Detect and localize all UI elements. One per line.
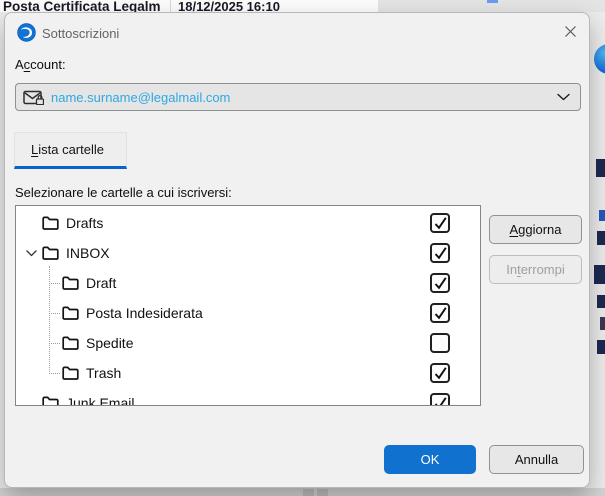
subscribe-checkbox[interactable]	[430, 213, 450, 233]
account-selected-value: name.surname@legalmail.com	[51, 90, 557, 105]
folder-icon	[62, 366, 79, 380]
folder-row-drafts[interactable]: Drafts	[16, 208, 480, 238]
folder-name: INBOX	[66, 245, 110, 261]
background-text-fragment	[596, 159, 605, 177]
background-taskbar-fragment	[317, 489, 328, 496]
folder-row-posta-indesiderata[interactable]: Posta Indesiderata	[16, 298, 480, 328]
subscribe-checkbox[interactable]	[430, 243, 450, 263]
dialog-title: Sottoscrizioni	[42, 26, 119, 41]
folder-row-spedite[interactable]: Spedite	[16, 328, 480, 358]
folder-row-junk-email[interactable]: Junk Email	[16, 388, 480, 406]
background-taskbar-fragment	[303, 489, 314, 496]
folder-list-label: Selezionare le cartelle a cui iscriversi…	[15, 185, 232, 200]
folder-name: Draft	[86, 275, 116, 291]
background-text-fragment	[597, 340, 605, 354]
background-text-fragment	[600, 317, 605, 330]
refresh-button[interactable]: Aggiorna	[489, 215, 582, 244]
account-dropdown[interactable]: name.surname@legalmail.com	[15, 83, 581, 111]
cancel-button[interactable]: Annulla	[489, 445, 584, 474]
folder-name: Trash	[86, 365, 121, 381]
secure-mail-icon	[23, 90, 44, 105]
folder-row-inbox[interactable]: INBOX	[16, 238, 480, 268]
folder-icon	[42, 246, 59, 260]
folder-name: Posta Indesiderata	[86, 305, 203, 321]
folder-icon	[42, 396, 59, 406]
folder-icon	[62, 276, 79, 290]
subscribe-checkbox[interactable]	[430, 333, 450, 353]
folder-row-draft[interactable]: Draft	[16, 268, 480, 298]
folder-row-trash[interactable]: Trash	[16, 358, 480, 388]
background-text-fragment	[594, 265, 605, 284]
folder-list[interactable]: Drafts INBOX	[15, 205, 481, 406]
tab-lista-cartelle[interactable]: Lista cartelle	[14, 132, 127, 169]
account-label: Account:	[15, 57, 66, 72]
background-text-fragment	[599, 210, 605, 221]
background-avatar-fragment	[594, 44, 605, 74]
thunderbird-logo-icon	[17, 23, 36, 42]
background-bottom-strip	[0, 488, 605, 496]
background-selection-fragment	[487, 0, 498, 3]
chevron-down-icon	[557, 93, 570, 101]
folder-name: Drafts	[66, 215, 103, 231]
folder-icon	[62, 306, 79, 320]
background-message-subject: Posta Certificata Legalm	[3, 0, 161, 12]
folder-icon	[62, 336, 79, 350]
close-icon[interactable]	[556, 17, 584, 45]
background-message-row: Posta Certificata Legalm 18/12/2025 16:1…	[0, 0, 605, 12]
ok-button[interactable]: OK	[384, 445, 476, 474]
background-text-fragment	[597, 231, 605, 245]
background-message-datetime: 18/12/2025 16:10	[178, 0, 280, 12]
stop-button[interactable]: Interrompi	[489, 255, 582, 284]
subscribe-checkbox[interactable]	[430, 393, 450, 406]
subscribe-checkbox[interactable]	[430, 303, 450, 323]
expand-collapse-icon[interactable]	[22, 250, 40, 257]
subscribe-checkbox[interactable]	[430, 273, 450, 293]
background-column-divider	[170, 0, 171, 12]
background-text-fragment	[597, 295, 605, 308]
folder-name: Junk Email	[66, 395, 134, 406]
subscriptions-dialog: Sottoscrizioni Account: name.surname@leg…	[4, 12, 590, 488]
subscribe-checkbox[interactable]	[430, 363, 450, 383]
folder-icon	[42, 216, 59, 230]
folder-name: Spedite	[86, 335, 133, 351]
tab-label: Lista cartelle	[31, 142, 104, 157]
